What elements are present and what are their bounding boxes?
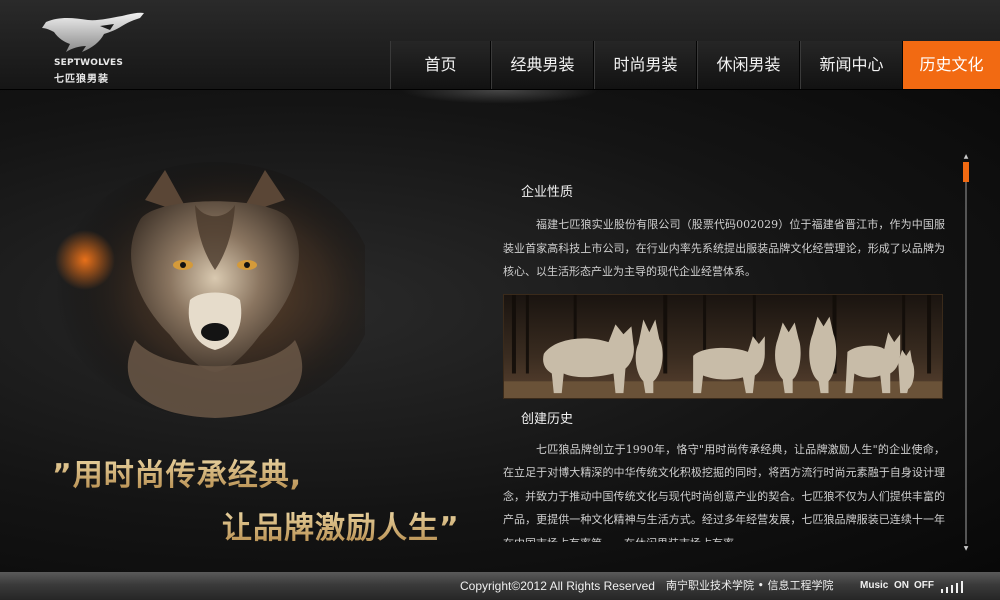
scroll-down-icon[interactable]: ▼ [962, 546, 970, 552]
brand-name-cn: 七匹狼男装 [54, 74, 109, 85]
section-body-company-nature: 福建七匹狼实业股份有限公司（股票代码002029）位于福建省晋江市，作为中国服装… [503, 218, 945, 278]
nav-item-history-culture[interactable]: 历史文化 [903, 41, 1000, 89]
scroll-up-icon[interactable]: ▲ [962, 154, 970, 160]
wolf-pack-image [503, 293, 943, 399]
main-content: ”用时尚传承经典, 让品牌激励人生” 企业性质 福建七匹狼实业股份有限公司（股票… [0, 90, 1000, 572]
site-header: SEPTWOLVES 七匹狼男装 首页 经典男装 时尚男装 休闲男装 新闻中心 … [0, 0, 1000, 90]
septwolves-logo[interactable]: SEPTWOLVES 七匹狼男装 [40, 8, 150, 86]
slogan-line-2: 让品牌激励人生” [222, 503, 460, 547]
scroll-thumb[interactable] [963, 162, 969, 182]
music-label: Music [860, 580, 889, 591]
section-title-founding-history: 创建历史 [521, 411, 574, 427]
scroll-track[interactable] [965, 162, 967, 544]
section-body-founding-history: 七匹狼品牌创立于1990年，恪守"用时尚传承经典，让品牌激励人生"的企业使命，在… [503, 442, 945, 543]
nav-item-home[interactable]: 首页 [390, 41, 491, 89]
wolf-portrait-image [55, 162, 365, 418]
nav-item-casual-menswear[interactable]: 休闲男装 [697, 41, 800, 89]
copyright-text: Copyright©2012 All Rights Reserved [460, 579, 655, 593]
article-scrollbar[interactable]: ▲ ▼ [962, 154, 970, 552]
main-nav: 首页 经典男装 时尚男装 休闲男装 新闻中心 历史文化 [390, 41, 1000, 89]
music-on-button[interactable]: ON [894, 572, 909, 600]
school-credit: 南宁职业技术学院 • 信息工程学院 [666, 579, 834, 592]
nav-item-fashion-menswear[interactable]: 时尚男装 [594, 41, 697, 89]
nav-item-classic-menswear[interactable]: 经典男装 [491, 41, 594, 89]
site-footer: Copyright©2012 All Rights Reserved 南宁职业技… [0, 572, 1000, 600]
brand-name-en: SEPTWOLVES [54, 58, 124, 68]
wolf-logo-icon [42, 12, 144, 53]
section-title-company-nature: 企业性质 [521, 185, 574, 200]
slogan-line-1: ”用时尚传承经典, [52, 450, 302, 494]
nav-item-news-center[interactable]: 新闻中心 [800, 41, 903, 89]
history-article: 企业性质 福建七匹狼实业股份有限公司（股票代码002029）位于福建省晋江市，作… [503, 170, 945, 542]
nav-glow-decoration [400, 90, 600, 104]
equalizer-icon [941, 581, 963, 593]
music-off-button[interactable]: OFF [914, 572, 934, 600]
